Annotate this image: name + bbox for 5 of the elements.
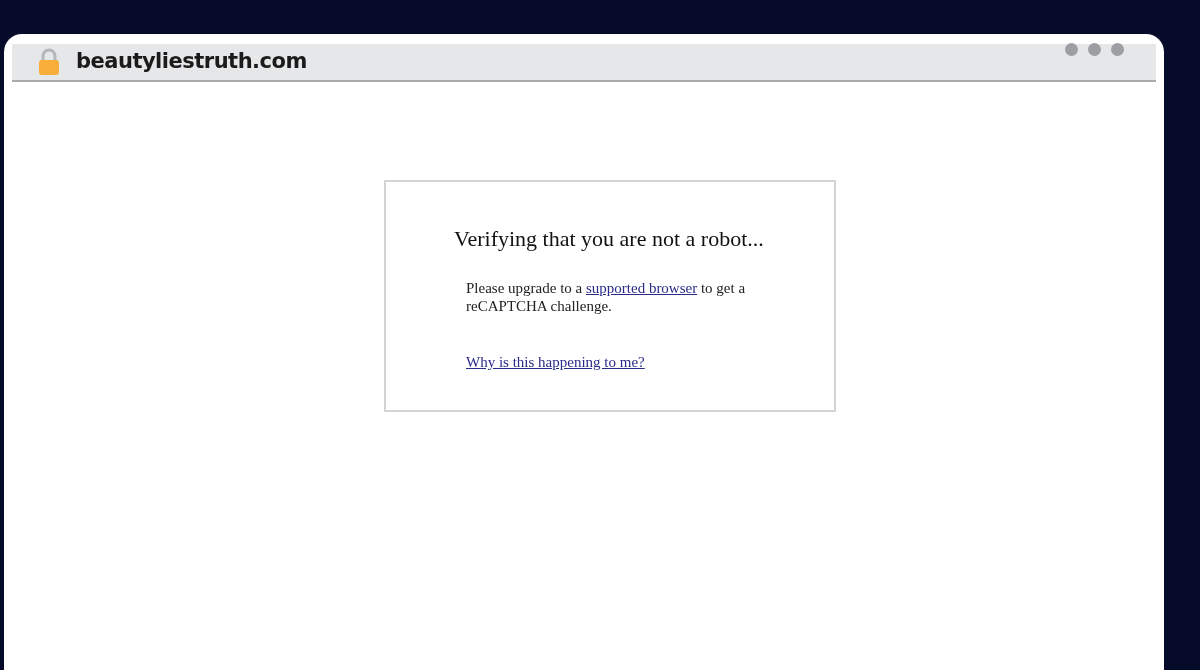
- help-link[interactable]: Why is this happening to me?: [466, 351, 645, 374]
- upgrade-message: Please upgrade to a supported browser to get a reCAPTCHA challenge.: [466, 279, 747, 315]
- url-text[interactable]: beautyliestruth.com: [76, 46, 307, 78]
- captcha-title: Verifying that you are not a robot...: [454, 225, 764, 253]
- supported-browser-link[interactable]: supported browser: [585, 280, 698, 296]
